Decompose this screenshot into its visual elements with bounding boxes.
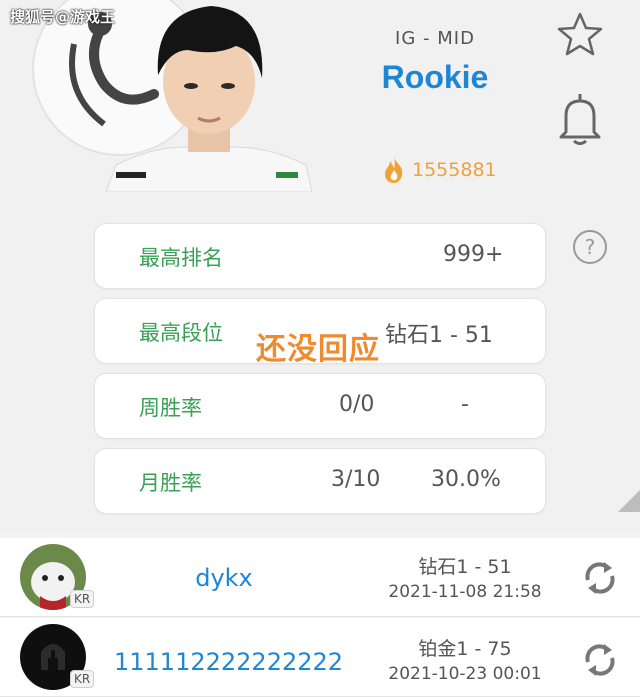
team-position: IG - MID: [395, 28, 475, 49]
corner-indicator: [618, 490, 640, 512]
player-header: IG - MID Rookie: [330, 28, 540, 96]
account-row[interactable]: KR 111112222222222 铂金1 - 75 2021-10-23 0…: [0, 618, 640, 697]
stat-label: 最高排名: [139, 246, 223, 270]
popularity: 1555881: [382, 156, 497, 184]
fire-icon: [385, 157, 403, 183]
region-badge: KR: [70, 590, 95, 608]
star-icon: [557, 12, 603, 56]
overlay-caption: 还没回应: [256, 332, 380, 367]
stat-value-record: 0/0: [339, 392, 375, 417]
refresh-icon: [585, 562, 615, 594]
account-rank: 钻石1 - 51: [418, 556, 512, 578]
player-photo: [106, 0, 312, 192]
popularity-value: 1555881: [412, 159, 497, 181]
refresh-button[interactable]: [580, 558, 620, 598]
help-icon: ?: [573, 230, 607, 264]
notify-button[interactable]: [556, 92, 604, 146]
stat-value: 999+: [443, 242, 504, 267]
stat-value-rate: -: [461, 392, 469, 417]
stat-label: 月胜率: [139, 471, 202, 495]
favorite-button[interactable]: [556, 10, 604, 58]
stat-label: 最高段位: [139, 321, 223, 345]
account-date: 2021-10-23 00:01: [388, 664, 542, 684]
account-row[interactable]: KR dykx 钻石1 - 51 2021-11-08 21:58: [0, 538, 640, 617]
region-badge: KR: [70, 670, 95, 688]
summoner-name[interactable]: dykx: [114, 564, 334, 592]
account-date: 2021-11-08 21:58: [388, 582, 542, 602]
refresh-icon: [585, 644, 615, 676]
stat-card-monthly-winrate: 月胜率 3/10 30.0%: [94, 448, 546, 514]
stat-card-highest-rank: 最高排名 999+: [94, 223, 546, 289]
watermark: 搜狐号@游戏王: [10, 8, 116, 26]
help-button[interactable]: ?: [572, 229, 608, 265]
account-rank: 铂金1 - 75: [418, 638, 512, 660]
stat-value-record: 3/10: [331, 467, 381, 492]
stat-value: 钻石1 - 51: [385, 323, 493, 348]
stat-label: 周胜率: [139, 396, 202, 420]
bell-icon: [559, 94, 601, 145]
refresh-button[interactable]: [580, 640, 620, 680]
player-name: Rookie: [381, 59, 489, 95]
svg-text:?: ?: [585, 235, 596, 259]
stat-value-rate: 30.0%: [431, 467, 501, 492]
summoner-name[interactable]: 111112222222222: [114, 648, 343, 676]
stat-card-weekly-winrate: 周胜率 0/0 -: [94, 373, 546, 439]
